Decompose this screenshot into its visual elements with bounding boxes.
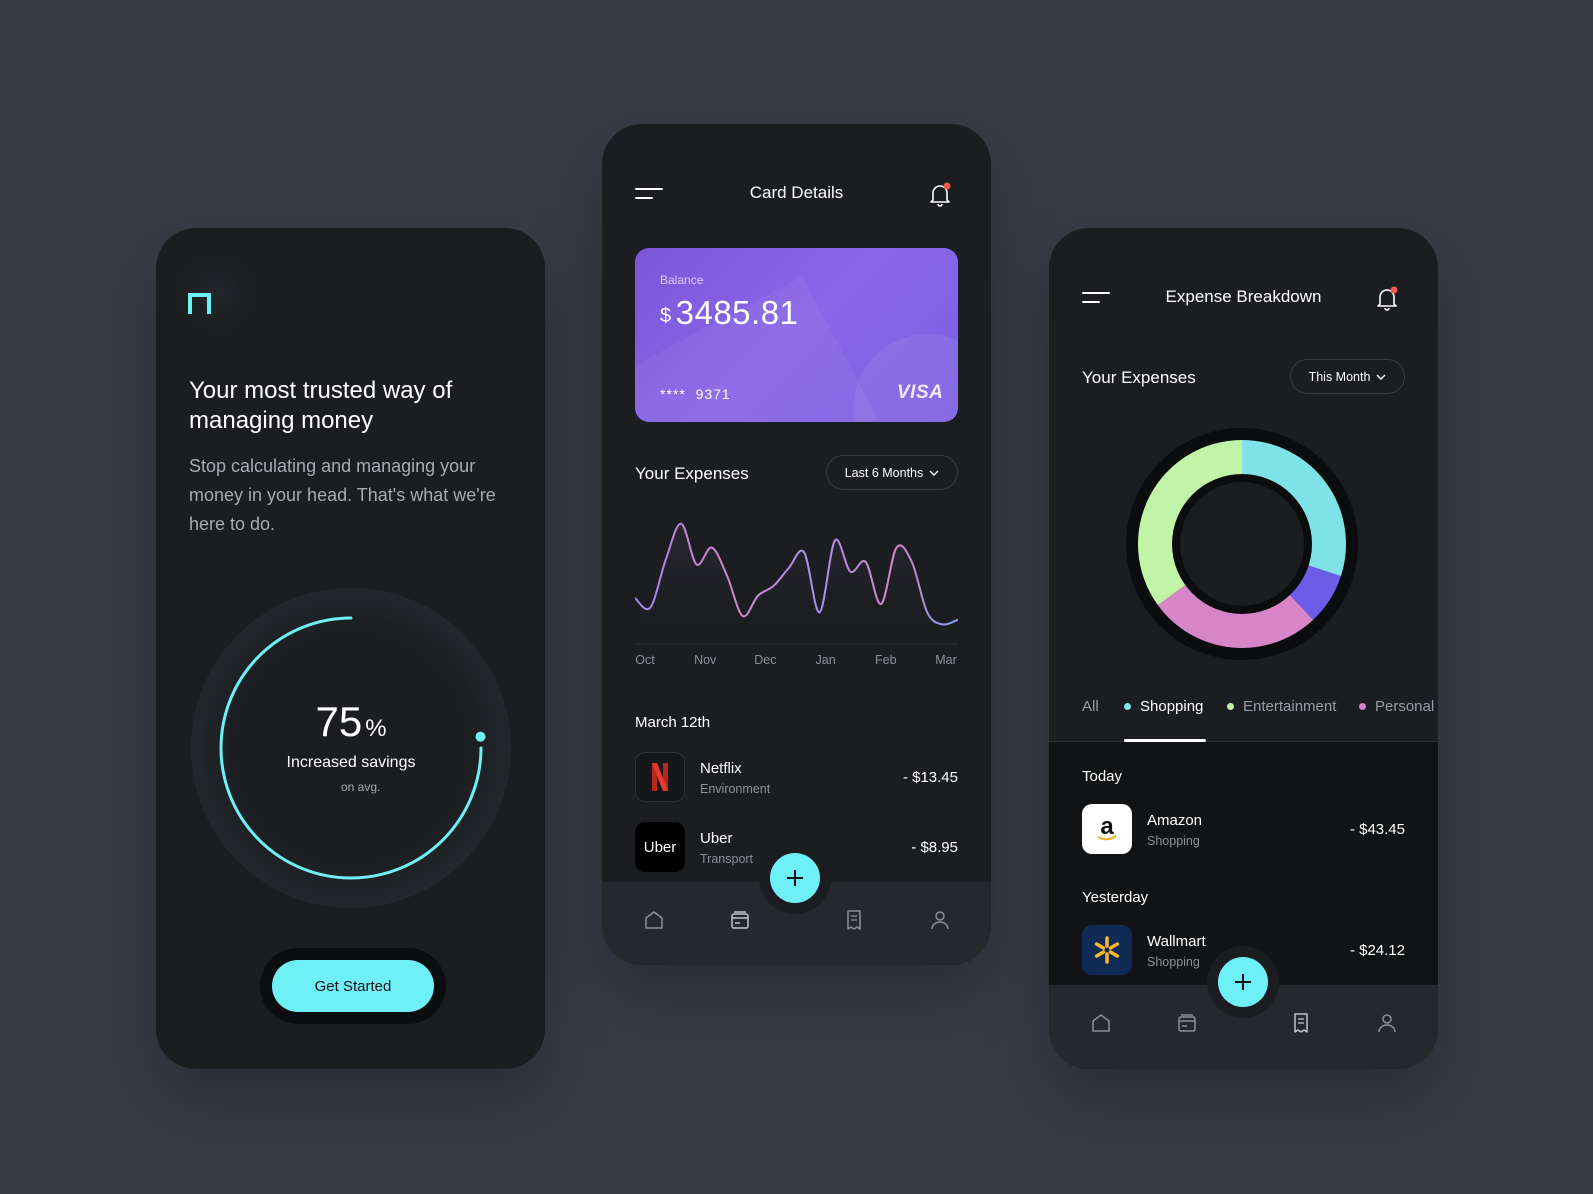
tab-shopping[interactable]: Shopping <box>1124 698 1203 738</box>
range-dropdown[interactable]: Last 6 Months <box>826 455 958 490</box>
onboarding-title: Your most trusted way of managing money <box>189 377 453 434</box>
add-transaction-button[interactable] <box>770 853 820 903</box>
group-header: Yesterday <box>1082 889 1149 906</box>
onboarding-subtitle: Stop calculating and managing your money… <box>189 456 496 534</box>
transaction-amount: - $13.45 <box>902 769 958 786</box>
transaction-category: Environment <box>700 782 771 796</box>
tab-all[interactable]: All <box>1082 698 1099 738</box>
transaction-row[interactable]: Netflix Environment - $13.45 <box>635 752 958 804</box>
group-header: Today <box>1082 768 1123 785</box>
savings-sublabel: on avg. <box>341 780 381 794</box>
entertainment-dot <box>1227 703 1234 710</box>
notification-dot <box>1390 286 1398 294</box>
logo-icon <box>188 293 211 314</box>
card-number: **** 9371 <box>660 386 731 402</box>
transaction-name: Uber <box>700 830 733 847</box>
range-dropdown-label: Last 6 Months <box>844 465 924 480</box>
chevron-down-icon <box>929 470 939 476</box>
expenses-area <box>635 523 958 644</box>
x-tick-label: Feb <box>875 653 897 667</box>
tab-entertainment[interactable]: Entertainment <box>1227 698 1336 738</box>
x-tick-label: Jan <box>816 653 836 667</box>
donut-hole <box>1180 482 1304 606</box>
transaction-category: Shopping <box>1147 955 1200 969</box>
card-details-screen: Card Details Balance $3485.81 **** 9371 … <box>602 124 991 965</box>
fab-ring <box>1207 946 1279 1018</box>
transaction-row[interactable]: a Amazon Shopping - $43.45 <box>1082 804 1405 856</box>
transaction-name: Netflix <box>700 760 742 777</box>
category-tabs: All Shopping Entertainment Personal <box>1049 698 1438 742</box>
savings-gauge: 75% Increased savings on avg. <box>191 588 511 908</box>
expenses-title: Your Expenses <box>635 464 749 483</box>
x-tick-label: Mar <box>935 653 957 667</box>
date-header: March 12th <box>635 714 711 731</box>
expense-donut-chart <box>1126 428 1358 660</box>
shopping-dot <box>1124 703 1131 710</box>
chevron-down-icon <box>1376 374 1386 380</box>
transaction-amount: - $24.12 <box>1349 942 1405 959</box>
bell-icon[interactable] <box>1375 286 1399 312</box>
header: Expense Breakdown <box>1049 228 1438 368</box>
transaction-amount: - $43.45 <box>1349 821 1405 838</box>
tab-personal[interactable]: Personal <box>1359 698 1434 738</box>
transaction-name: Amazon <box>1147 812 1203 829</box>
netflix-logo <box>635 752 685 802</box>
savings-percentage: 75% <box>315 698 387 745</box>
profile-icon[interactable] <box>1375 1011 1399 1035</box>
visa-logo: VISA <box>897 382 944 403</box>
x-tick-label: Nov <box>694 653 717 667</box>
balance-amount: $3485.81 <box>660 294 799 331</box>
receipt-icon[interactable] <box>1289 1011 1313 1035</box>
x-tick-label: Dec <box>754 653 776 667</box>
wallet-icon[interactable] <box>728 908 752 932</box>
x-tick-label: Oct <box>635 653 655 667</box>
fab-ring <box>759 842 831 914</box>
app-logo <box>172 248 262 338</box>
amazon-logo: a <box>1082 804 1132 854</box>
svg-text:a: a <box>1100 814 1114 840</box>
get-started-ring: Get Started <box>260 948 446 1024</box>
home-icon[interactable] <box>1089 1011 1113 1035</box>
transaction-name: Wallmart <box>1147 933 1206 950</box>
transaction-category: Shopping <box>1147 834 1200 848</box>
header: Card Details <box>602 124 991 264</box>
balance-label: Balance <box>660 273 704 287</box>
notification-dot <box>943 182 951 190</box>
expenses-title: Your Expenses <box>1082 368 1196 387</box>
month-dropdown-label: This Month <box>1308 369 1371 384</box>
transaction-amount: - $8.95 <box>911 839 958 856</box>
expense-breakdown-screen: Expense Breakdown Your Expenses This Mon… <box>1049 228 1438 1069</box>
plus-icon <box>1235 974 1251 990</box>
savings-label: Increased savings <box>286 754 416 771</box>
home-icon[interactable] <box>642 908 666 932</box>
add-transaction-button[interactable] <box>1218 957 1268 1007</box>
profile-icon[interactable] <box>928 908 952 932</box>
personal-dot <box>1359 703 1366 710</box>
expenses-line-chart: Oct Nov Dec Jan Feb Mar <box>635 522 958 667</box>
receipt-icon[interactable] <box>842 908 866 932</box>
uber-logo: Uber <box>635 822 685 872</box>
onboarding-screen: Your most trusted way of managing money … <box>156 228 545 1069</box>
balance-card[interactable]: Balance $3485.81 **** 9371 VISA <box>635 248 958 422</box>
wallet-icon[interactable] <box>1175 1011 1199 1035</box>
plus-icon <box>787 870 803 886</box>
transaction-category: Transport <box>700 852 754 866</box>
get-started-button[interactable]: Get Started <box>272 960 434 1012</box>
walmart-spark-icon <box>1082 925 1132 975</box>
month-dropdown[interactable]: This Month <box>1290 359 1405 394</box>
bell-icon[interactable] <box>928 182 952 208</box>
